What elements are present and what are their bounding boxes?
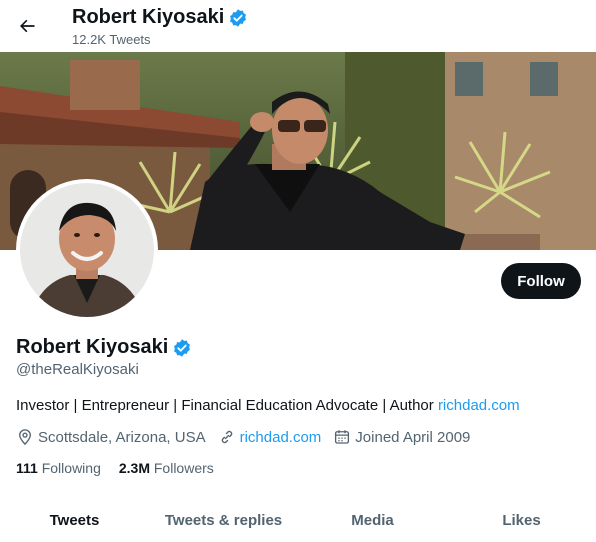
profile-bio: Investor | Entrepreneur | Financial Educ…: [16, 397, 520, 414]
location-item: Scottsdale, Arizona, USA: [16, 428, 206, 446]
joined-item: Joined April 2009: [333, 428, 470, 446]
followers-label: Followers: [153, 460, 214, 476]
following-count: 111: [16, 460, 38, 476]
top-bar: Robert Kiyosaki 12.2K Tweets: [0, 0, 596, 52]
tab-media[interactable]: Media: [298, 498, 447, 542]
follow-button[interactable]: Follow: [501, 263, 581, 299]
calendar-icon: [335, 430, 350, 444]
tab-tweets[interactable]: Tweets: [0, 498, 149, 542]
joined-text: Joined April 2009: [355, 428, 471, 446]
tab-likes[interactable]: Likes: [447, 498, 596, 542]
header-name: Robert Kiyosaki: [72, 6, 225, 28]
avatar-image: [20, 183, 154, 317]
profile-tabs: Tweets Tweets & replies Media Likes: [0, 498, 596, 542]
tab-label: Likes: [502, 512, 541, 529]
arrow-left-icon: [20, 19, 35, 33]
link-icon: [221, 430, 232, 444]
tab-label: Tweets: [49, 512, 100, 529]
profile-handle: @theRealKiyosaki: [16, 361, 139, 378]
verified-badge-icon: [230, 8, 247, 27]
verified-badge-icon[interactable]: [172, 338, 192, 358]
follow-counts: 111 Following 2.3M Followers: [16, 460, 232, 476]
profile-avatar[interactable]: [16, 179, 158, 321]
bio-text: Investor | Entrepreneur | Financial Educ…: [16, 397, 438, 414]
back-button[interactable]: [10, 9, 44, 43]
tab-label: Tweets & replies: [164, 512, 283, 529]
profile-display-name: Robert Kiyosaki: [16, 336, 169, 358]
tab-tweets-replies[interactable]: Tweets & replies: [149, 498, 298, 542]
location-pin-icon: [19, 429, 31, 446]
followers-link[interactable]: 2.3M Followers: [119, 460, 214, 476]
tweet-count: 12.2K Tweets: [72, 32, 151, 47]
following-label: Following: [41, 460, 101, 476]
following-link[interactable]: 111 Following: [16, 460, 101, 476]
header-title: Robert Kiyosaki: [72, 6, 248, 29]
tab-label: Media: [351, 512, 394, 529]
website-item[interactable]: richdad.com: [218, 428, 322, 446]
followers-count: 2.3M: [118, 460, 150, 476]
profile-name: Robert Kiyosaki: [16, 336, 192, 359]
website-link[interactable]: richdad.com: [240, 429, 322, 446]
bio-link[interactable]: richdad.com: [438, 397, 520, 414]
profile-meta: Scottsdale, Arizona, USA richdad.com Joi…: [16, 428, 482, 446]
location-text: Scottsdale, Arizona, USA: [38, 428, 206, 446]
